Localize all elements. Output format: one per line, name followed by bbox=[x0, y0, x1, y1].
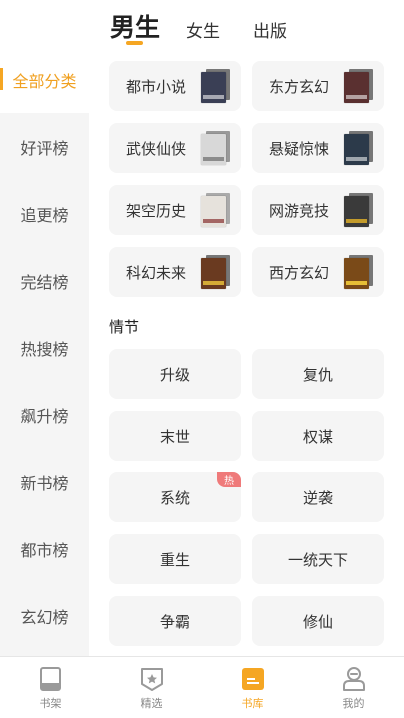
book-cover-thumbnail bbox=[201, 69, 230, 103]
book-cover-thumbnail bbox=[201, 193, 230, 227]
category-label: 东方玄幻 bbox=[269, 78, 330, 96]
category-card-western-fantasy[interactable]: 西方玄幻 bbox=[252, 247, 384, 297]
category-label: 架空历史 bbox=[126, 202, 187, 220]
plot-tag-label: 修仙 bbox=[302, 612, 333, 631]
book-cover-thumbnail bbox=[201, 131, 230, 165]
tab-female[interactable]: 女生 bbox=[186, 17, 220, 42]
plot-tag-scheming[interactable]: 权谋 bbox=[252, 411, 384, 461]
plot-tag-label: 末世 bbox=[159, 427, 190, 446]
book-cover-thumbnail bbox=[344, 255, 373, 289]
category-label: 网游竞技 bbox=[269, 202, 330, 220]
sidebar-item-label: 热搜榜 bbox=[20, 339, 69, 359]
nav-label: 书架 bbox=[39, 697, 62, 710]
active-tab-indicator bbox=[126, 41, 143, 45]
sidebar-item-good-reviews[interactable]: 好评榜 bbox=[0, 113, 89, 180]
sidebar-item-label: 完结榜 bbox=[20, 272, 69, 292]
sidebar-item-hot-search[interactable]: 热搜榜 bbox=[0, 314, 89, 381]
book-cover-thumbnail bbox=[344, 193, 373, 227]
category-label: 西方玄幻 bbox=[269, 264, 330, 282]
sidebar-item-label: 全部分类 bbox=[12, 71, 77, 91]
category-card-urban[interactable]: 都市小说 bbox=[109, 61, 241, 111]
plot-tag-unify-world[interactable]: 一统天下 bbox=[252, 534, 384, 584]
hot-badge: 热 bbox=[217, 472, 241, 487]
nav-item-featured[interactable]: 精选 bbox=[101, 657, 202, 718]
plot-tag-label: 复仇 bbox=[302, 365, 333, 384]
sidebar-item-label: 追更榜 bbox=[20, 205, 69, 225]
tab-male[interactable]: 男生 bbox=[110, 8, 160, 44]
sidebar-item-all-categories[interactable]: 全部分类 bbox=[0, 46, 89, 113]
sidebar-item-label: 新书榜 bbox=[20, 473, 69, 493]
plot-tag-label: 重生 bbox=[159, 550, 190, 569]
plot-tag-revenge[interactable]: 复仇 bbox=[252, 349, 384, 399]
nav-label: 书库 bbox=[241, 697, 264, 710]
category-label: 科幻未来 bbox=[126, 264, 187, 282]
plot-tag-counterattack[interactable]: 逆袭 bbox=[252, 472, 384, 522]
sidebar-item-completed[interactable]: 完结榜 bbox=[0, 247, 89, 314]
plot-tag-label: 逆袭 bbox=[302, 488, 333, 507]
nav-label: 我的 bbox=[342, 697, 365, 710]
sidebar-active-indicator bbox=[0, 68, 3, 90]
plot-tag-label: 一统天下 bbox=[287, 550, 348, 569]
nav-label: 精选 bbox=[140, 697, 163, 710]
sidebar-item-label: 玄幻榜 bbox=[20, 607, 69, 627]
bookshelf-icon bbox=[40, 667, 61, 691]
top-tab-bar: 男生 女生 出版 bbox=[0, 0, 404, 46]
category-card-suspense[interactable]: 悬疑惊悚 bbox=[252, 123, 384, 173]
content-area: 都市小说 东方玄幻 武侠仙侠 悬疑惊悚 架空历史 网游竞技 科幻未来 西方玄幻 … bbox=[89, 46, 404, 656]
plot-tag-cultivation[interactable]: 修仙 bbox=[252, 596, 384, 646]
section-title-plot: 情节 bbox=[109, 318, 140, 336]
book-cover-thumbnail bbox=[344, 131, 373, 165]
sidebar-item-urban[interactable]: 都市榜 bbox=[0, 515, 89, 582]
plot-tag-label: 权谋 bbox=[302, 427, 333, 446]
plot-tag-level-up[interactable]: 升级 bbox=[109, 349, 241, 399]
sidebar: 全部分类 好评榜 追更榜 完结榜 热搜榜 飙升榜 新书榜 都市榜 玄幻榜 bbox=[0, 46, 89, 656]
nav-item-bookshelf[interactable]: 书架 bbox=[0, 657, 101, 718]
sidebar-item-label: 飙升榜 bbox=[20, 406, 69, 426]
bottom-nav-bar: 书架 精选 书库 我的 bbox=[0, 656, 404, 718]
nav-item-profile[interactable]: 我的 bbox=[303, 657, 404, 718]
category-card-wuxia[interactable]: 武侠仙侠 bbox=[109, 123, 241, 173]
library-icon bbox=[242, 668, 264, 690]
plot-tag-label: 争霸 bbox=[159, 612, 190, 631]
sidebar-item-label: 都市榜 bbox=[20, 540, 69, 560]
featured-icon bbox=[141, 668, 163, 691]
plot-tag-hegemony[interactable]: 争霸 bbox=[109, 596, 241, 646]
sidebar-item-fantasy[interactable]: 玄幻榜 bbox=[0, 582, 89, 649]
nav-item-library[interactable]: 书库 bbox=[202, 657, 303, 718]
sidebar-item-new-books[interactable]: 新书榜 bbox=[0, 448, 89, 515]
category-label: 武侠仙侠 bbox=[126, 140, 187, 158]
category-card-alt-history[interactable]: 架空历史 bbox=[109, 185, 241, 235]
plot-tag-label: 系统 bbox=[159, 488, 190, 507]
book-cover-thumbnail bbox=[344, 69, 373, 103]
profile-icon bbox=[343, 667, 365, 691]
plot-tag-apocalypse[interactable]: 末世 bbox=[109, 411, 241, 461]
book-cover-thumbnail bbox=[201, 255, 230, 289]
sidebar-item-rising[interactable]: 飙升榜 bbox=[0, 381, 89, 448]
category-card-online-games[interactable]: 网游竞技 bbox=[252, 185, 384, 235]
category-card-scifi[interactable]: 科幻未来 bbox=[109, 247, 241, 297]
plot-tag-label: 升级 bbox=[159, 365, 190, 384]
sidebar-item-label: 好评榜 bbox=[20, 138, 69, 158]
category-card-eastern-fantasy[interactable]: 东方玄幻 bbox=[252, 61, 384, 111]
sidebar-item-following[interactable]: 追更榜 bbox=[0, 180, 89, 247]
plot-tag-rebirth[interactable]: 重生 bbox=[109, 534, 241, 584]
plot-tag-system[interactable]: 系统 热 bbox=[109, 472, 241, 522]
category-label: 悬疑惊悚 bbox=[269, 140, 330, 158]
tab-publish[interactable]: 出版 bbox=[253, 17, 287, 42]
category-label: 都市小说 bbox=[126, 78, 187, 96]
